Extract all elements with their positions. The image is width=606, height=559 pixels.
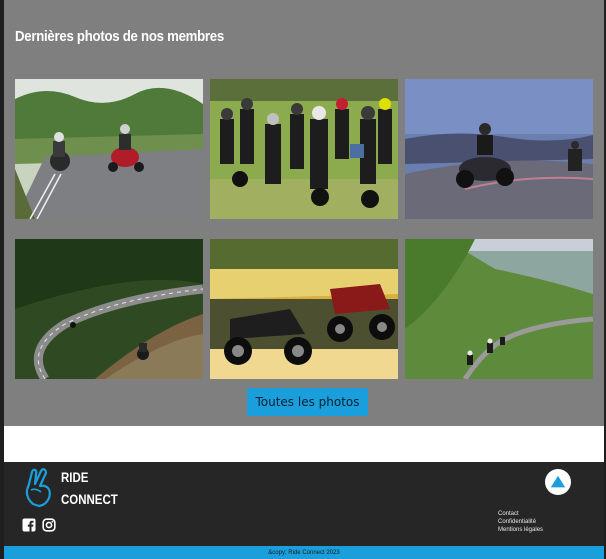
arrow-up-icon xyxy=(550,475,566,488)
all-photos-button[interactable]: Toutes les photos xyxy=(247,388,368,416)
brand-line-2: CONNECT xyxy=(61,491,118,507)
gallery-title: Dernières photos de nos membres xyxy=(15,28,224,45)
copyright-bar: &copy; Ride Connect 2023 xyxy=(4,546,604,559)
gallery-photo[interactable] xyxy=(15,239,203,379)
peace-hand-icon[interactable] xyxy=(23,468,55,508)
scroll-to-top-button[interactable] xyxy=(545,469,571,495)
photo-gallery-section: Dernières photos de nos membres Toutes l… xyxy=(4,0,604,426)
gallery-photo[interactable] xyxy=(15,79,203,219)
facebook-icon[interactable] xyxy=(22,518,36,532)
instagram-icon[interactable] xyxy=(42,518,56,532)
social-links xyxy=(22,518,56,532)
gallery-photo[interactable] xyxy=(405,79,593,219)
brand-line-1: RIDE xyxy=(61,469,89,485)
copyright-text: &copy; Ride Connect 2023 xyxy=(268,549,340,556)
gallery-photo[interactable] xyxy=(210,79,398,219)
gallery-photo[interactable] xyxy=(210,239,398,379)
contact-link[interactable]: Contact xyxy=(498,510,543,518)
footer-links: Contact Confidentialité Mentions légales xyxy=(498,510,543,534)
site-footer: RIDE CONNECT Contact Confidentialité Men… xyxy=(4,462,604,546)
privacy-link[interactable]: Confidentialité xyxy=(498,518,543,526)
gallery-photo[interactable] xyxy=(405,239,593,379)
legal-notice-link[interactable]: Mentions légales xyxy=(498,526,543,534)
brand-name[interactable]: RIDE CONNECT xyxy=(61,466,118,510)
